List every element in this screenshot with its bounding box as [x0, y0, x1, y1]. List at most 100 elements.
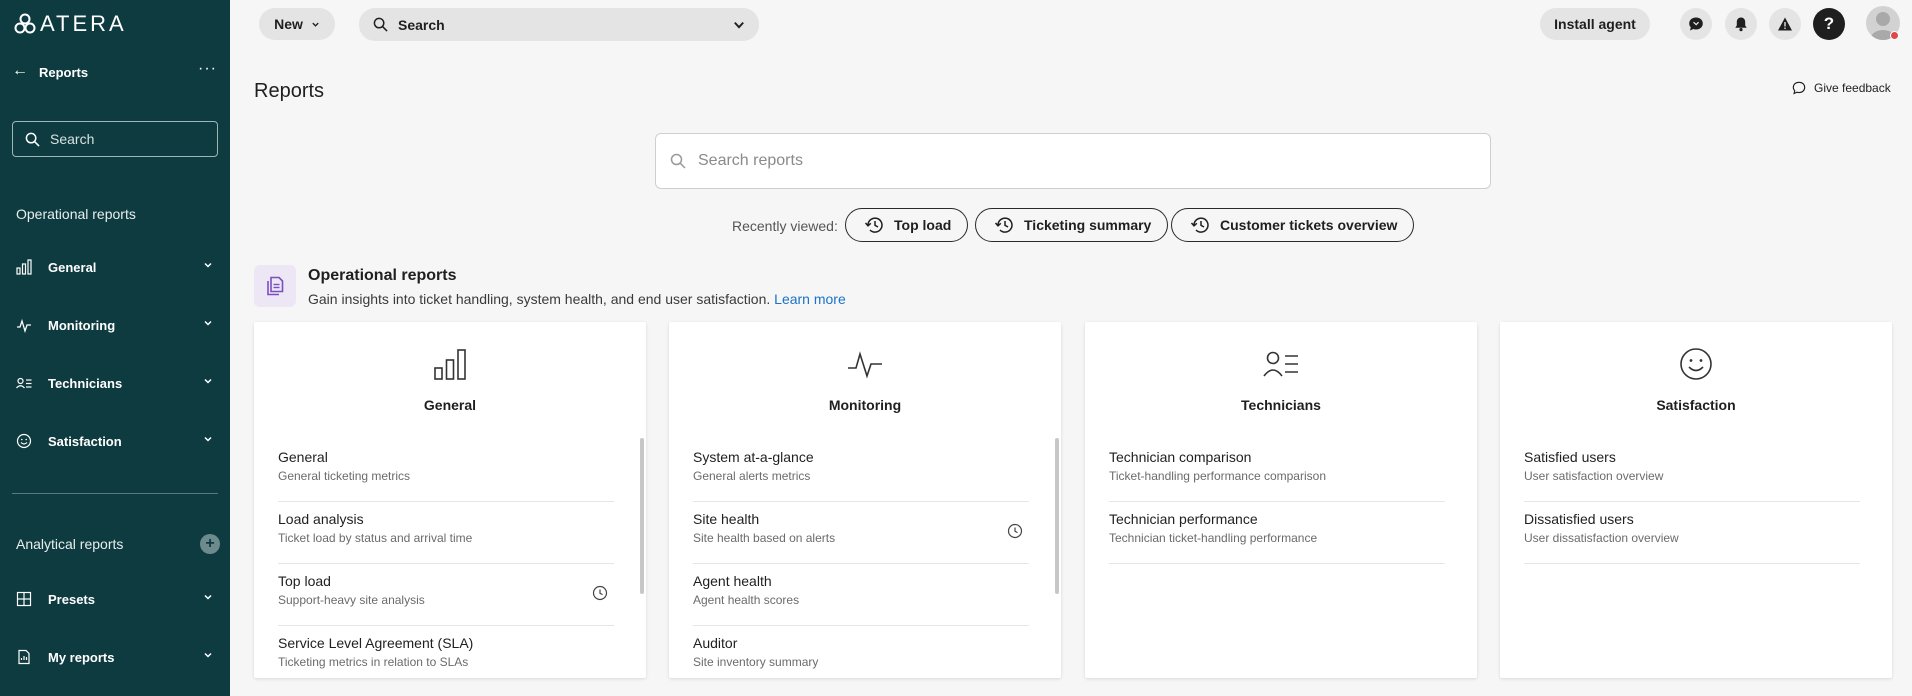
recently-viewed-clock-icon [1007, 523, 1023, 539]
report-row-sla[interactable]: Service Level Agreement (SLA) Ticketing … [278, 626, 614, 678]
sidebar-title: Reports [39, 65, 89, 80]
search-icon [25, 132, 40, 147]
search-icon [670, 153, 686, 169]
recent-chip-label: Customer tickets overview [1220, 217, 1398, 233]
report-list: General General ticketing metrics Load a… [278, 440, 614, 678]
logo-text: ATERA [40, 11, 127, 36]
card-scrollbar[interactable] [1055, 438, 1059, 594]
operational-reports-badge [254, 265, 296, 307]
warning-icon [1778, 17, 1792, 31]
report-subtitle: Support-heavy site analysis [278, 593, 425, 607]
smiley-icon [1680, 348, 1712, 380]
report-subtitle: General ticketing metrics [278, 469, 411, 483]
sidebar-item-general[interactable]: General [0, 252, 230, 282]
sidebar-item-presets[interactable]: Presets [0, 584, 230, 614]
card-scrollbar[interactable] [640, 438, 644, 594]
report-title: Auditor [693, 635, 738, 651]
report-row-load-analysis[interactable]: Load analysis Ticket load by status and … [278, 502, 614, 564]
report-row-dissatisfied-users[interactable]: Dissatisfied users User dissatisfaction … [1524, 502, 1860, 564]
new-button[interactable]: New [259, 8, 335, 40]
chat-icon [1689, 17, 1703, 31]
more-options-icon[interactable]: ··· [198, 60, 217, 78]
report-subtitle: Site inventory summary [693, 655, 819, 669]
report-row-system-at-a-glance[interactable]: System at-a-glance General alerts metric… [693, 440, 1029, 502]
recently-viewed-clock-icon [592, 585, 608, 601]
technicians-icon [1263, 351, 1298, 377]
page-title: Reports [254, 80, 325, 102]
report-row-general[interactable]: General General ticketing metrics [278, 440, 614, 502]
bar-chart-icon [434, 349, 466, 380]
reports-search-placeholder: Search reports [698, 152, 803, 169]
report-row-auditor[interactable]: Auditor Site inventory summary [693, 626, 1029, 678]
chevron-down-icon [204, 262, 212, 268]
notifications-button[interactable] [1725, 8, 1757, 40]
grid-icon [16, 591, 32, 607]
chevron-down-icon [204, 652, 212, 658]
smiley-icon [16, 433, 32, 449]
sidebar-item-satisfaction[interactable]: Satisfaction [0, 426, 230, 456]
card-title: Satisfaction [1656, 397, 1736, 413]
reports-search-input[interactable]: Search reports [655, 133, 1491, 189]
recently-viewed-label: Recently viewed: [732, 218, 838, 234]
report-subtitle: User dissatisfaction overview [1524, 531, 1679, 545]
chevron-down-icon [204, 320, 212, 326]
recent-chip-ticketing-summary[interactable]: Ticketing summary [975, 208, 1169, 242]
technicians-icon [16, 377, 32, 389]
report-row-technician-performance[interactable]: Technician performance Technician ticket… [1109, 502, 1445, 564]
report-title: Top load [278, 573, 331, 589]
report-row-agent-health[interactable]: Agent health Agent health scores [693, 564, 1029, 626]
chevron-down-icon[interactable] [733, 19, 745, 31]
sidebar-item-monitoring[interactable]: Monitoring [0, 310, 230, 340]
alerts-button[interactable] [1769, 8, 1801, 40]
section-description: Gain insights into ticket handling, syst… [308, 291, 846, 307]
give-feedback-label: Give feedback [1814, 81, 1891, 95]
report-subtitle: Technician ticket-handling performance [1109, 531, 1318, 545]
recent-chip-customer-tickets-overview[interactable]: Customer tickets overview [1171, 208, 1415, 242]
sidebar-item-my-reports[interactable]: My reports [0, 642, 230, 672]
card-title: Technicians [1241, 397, 1321, 413]
operational-reports-heading: Operational reports [16, 206, 136, 222]
history-icon [864, 217, 883, 233]
reports-back-row: ← Reports ··· [0, 58, 230, 86]
sidebar-item-technicians[interactable]: Technicians [0, 368, 230, 398]
give-feedback-link[interactable]: Give feedback [1792, 81, 1891, 95]
report-card-general: General General General ticketing metric… [254, 322, 646, 678]
recent-chip-top-load[interactable]: Top load [845, 208, 969, 242]
report-subtitle: Site health based on alerts [693, 531, 836, 545]
new-button-label: New [274, 16, 303, 32]
recent-chip-label: Ticketing summary [1024, 217, 1152, 233]
help-icon: ? [1823, 14, 1835, 33]
sidebar: ATERA ← Reports ··· Search Operational r… [0, 0, 230, 696]
sidebar-divider [12, 493, 218, 494]
report-title: Technician performance [1109, 511, 1258, 527]
back-arrow-icon[interactable]: ← [12, 62, 28, 80]
sidebar-item-label: My reports [48, 650, 115, 665]
analytical-reports-heading: Analytical reports [16, 536, 124, 552]
report-subtitle: Ticket load by status and arrival time [278, 531, 473, 545]
report-row-top-load[interactable]: Top load Support-heavy site analysis [278, 564, 614, 626]
sidebar-item-label: Satisfaction [48, 434, 122, 449]
section-description-text: Gain insights into ticket handling, syst… [308, 291, 771, 307]
chat-button[interactable] [1680, 8, 1712, 40]
bell-icon [1735, 17, 1747, 32]
report-row-site-health[interactable]: Site health Site health based on alerts [693, 502, 1029, 564]
card-title: General [423, 397, 477, 413]
learn-more-link[interactable]: Learn more [774, 291, 846, 307]
install-agent-button[interactable]: Install agent [1540, 8, 1650, 40]
help-button[interactable]: ? [1813, 8, 1845, 40]
report-list: Technician comparison Ticket-handling pe… [1109, 440, 1445, 564]
pulse-icon [848, 351, 882, 379]
logo-mark-icon [14, 13, 36, 34]
report-title: Site health [693, 511, 760, 527]
section-title: Operational reports [308, 267, 457, 284]
report-row-satisfied-users[interactable]: Satisfied users User satisfaction overvi… [1524, 440, 1860, 502]
atera-logo[interactable]: ATERA [14, 11, 127, 36]
sidebar-item-label: Presets [48, 592, 95, 607]
report-title: Load analysis [278, 511, 364, 527]
sidebar-search-input[interactable]: Search [12, 121, 218, 157]
global-search-input[interactable]: Search [359, 8, 759, 41]
add-report-button[interactable]: + [200, 534, 220, 554]
report-title: System at-a-glance [693, 449, 814, 465]
report-row-technician-comparison[interactable]: Technician comparison Ticket-handling pe… [1109, 440, 1445, 502]
sidebar-item-label: Monitoring [48, 318, 116, 333]
